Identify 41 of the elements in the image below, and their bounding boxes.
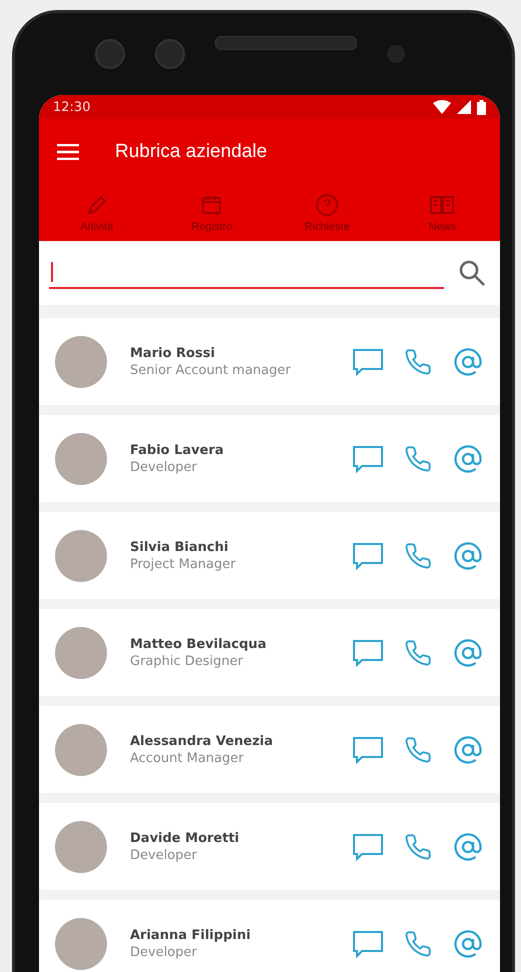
pencil-icon: [84, 193, 109, 217]
contact-card[interactable]: Mario Rossi Senior Account manager: [39, 318, 500, 405]
contact-name: Mario Rossi: [130, 346, 216, 360]
camera-icon: [155, 39, 185, 69]
contact-card[interactable]: Fabio Lavera Developer: [39, 415, 500, 502]
contact-role: Graphic Designer: [130, 654, 244, 668]
camera-icon: [95, 39, 125, 69]
contact-card[interactable]: Alessandra Venezia Account Manager: [39, 706, 500, 793]
avatar-placeholder: [55, 432, 107, 484]
contact-card[interactable]: Arianna Filippini Developer: [39, 900, 500, 972]
contact-role: Developer: [130, 848, 198, 862]
contact-role: Senior Account manager: [130, 362, 292, 378]
contact-name: Alessandra Venezia: [130, 734, 274, 748]
contact-role: Account Manager: [130, 750, 245, 766]
calendar-icon: [200, 193, 224, 217]
contact-name: Davide Moretti: [130, 830, 240, 846]
avatar-placeholder: [55, 918, 107, 970]
avatar-placeholder: [55, 820, 107, 872]
contact-name: Arianna Filippini: [130, 928, 252, 942]
battery-icon: [477, 100, 486, 114]
avatar-placeholder: [55, 626, 107, 678]
contact-name: Fabio Lavera: [130, 442, 225, 458]
book-icon: [429, 193, 456, 217]
contact-role: Developer: [130, 944, 198, 960]
contact-card[interactable]: Davide Moretti Developer: [39, 803, 500, 890]
wifi-icon: [433, 100, 451, 114]
signal-icon: [457, 100, 471, 114]
contact-role: Project Manager: [130, 556, 237, 572]
contact-card[interactable]: Matteo Bevilacqua Graphic Designer: [39, 609, 500, 696]
contact-name: Matteo Bevilacqua: [130, 636, 268, 652]
avatar-placeholder: [55, 530, 107, 582]
contact-card[interactable]: Silvia Bianchi Project Manager: [39, 512, 500, 599]
menu-icon[interactable]: [57, 144, 79, 160]
search-icon[interactable]: [458, 259, 486, 287]
avatar-placeholder: [55, 724, 107, 776]
app-title: Rubrica aziendale: [115, 141, 268, 163]
status-time: 12:30: [53, 100, 90, 114]
question-icon: [315, 193, 340, 217]
contact-role: Developer: [130, 460, 198, 474]
avatar-placeholder: [55, 336, 107, 388]
contact-name: Silvia Bianchi: [130, 540, 230, 554]
